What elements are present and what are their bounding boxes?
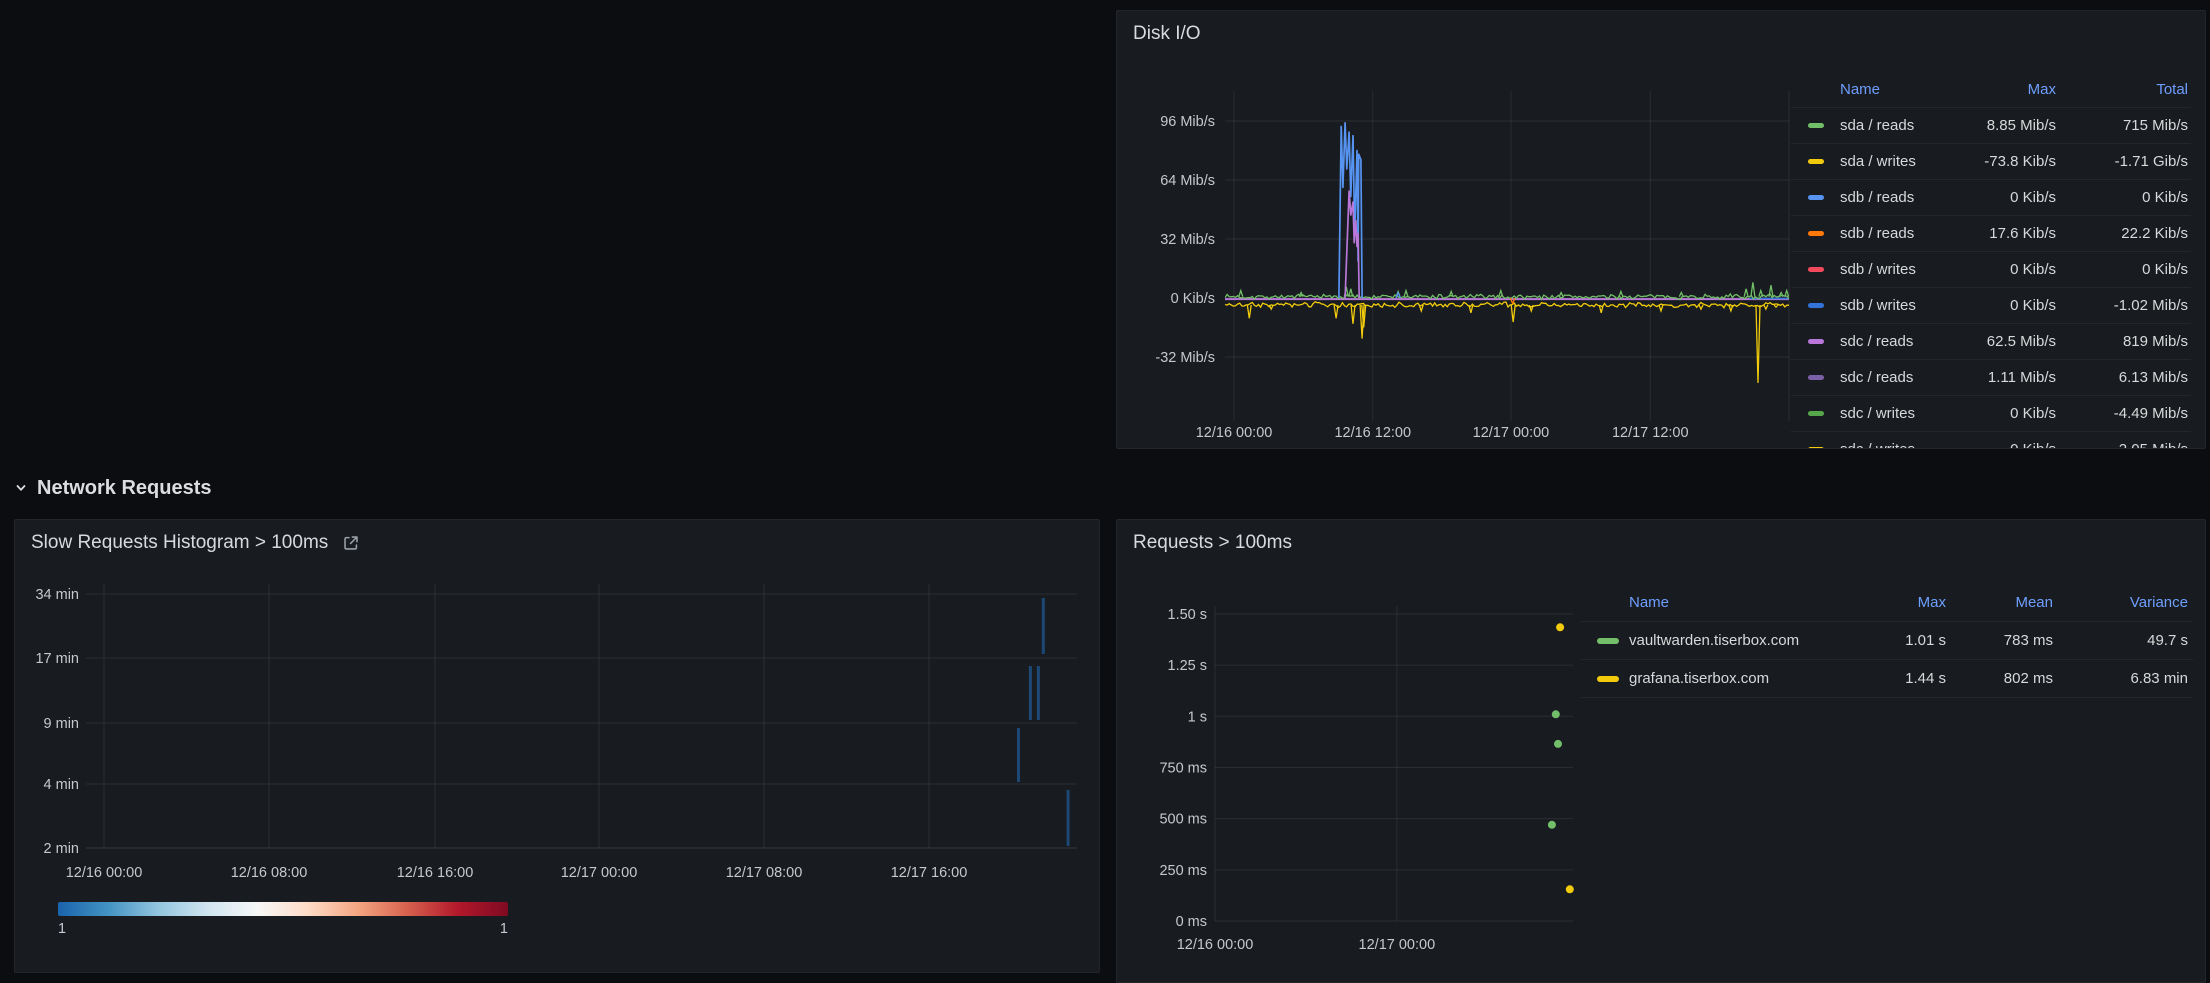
disk-io-legend: NameMaxTotalsda / reads8.85 Mib/s715 Mib…: [1791, 72, 2191, 449]
legend-row[interactable]: sda / reads8.85 Mib/s715 Mib/s: [1791, 108, 2191, 144]
scatter-point: [1556, 623, 1564, 631]
svg-text:12/16 16:00: 12/16 16:00: [397, 865, 474, 881]
svg-text:2 min: 2 min: [44, 841, 79, 857]
heatmap-cell: [1067, 790, 1070, 846]
legend-row[interactable]: sda / writes-73.8 Kib/s-1.71 Gib/s: [1791, 144, 2191, 180]
series-color-swatch: [1808, 411, 1824, 416]
svg-text:4 min: 4 min: [44, 777, 79, 793]
scatter-point: [1554, 740, 1562, 748]
svg-text:32 Mib/s: 32 Mib/s: [1160, 232, 1215, 248]
svg-text:250 ms: 250 ms: [1159, 863, 1207, 879]
legend-row[interactable]: sdb / reads17.6 Kib/s22.2 Kib/s: [1791, 216, 2191, 252]
series-color-swatch: [1808, 375, 1824, 380]
legend-row[interactable]: sdb / reads0 Kib/s0 Kib/s: [1791, 180, 2191, 216]
series-color-swatch: [1808, 195, 1824, 200]
heatmap-cell: [1029, 666, 1032, 720]
legend-row[interactable]: sdc / reads1.11 Mib/s6.13 Mib/s: [1791, 360, 2191, 396]
svg-text:12/17 00:00: 12/17 00:00: [561, 865, 638, 881]
panel-disk-io: Disk I/O 96 Mib/s 64 Mib/s 32 Mib/s 0 Kib/s…: [1116, 10, 2206, 449]
legend-row[interactable]: vaultwarden.tiserbox.com1.01 s783 ms49.7…: [1581, 622, 2193, 660]
heatmap-cell: [1017, 728, 1020, 782]
series-color-swatch: [1808, 159, 1824, 164]
requests-legend: NameMaxMeanVariancevaultwarden.tiserbox.…: [1581, 584, 2193, 698]
row-header-network-requests[interactable]: Network Requests: [14, 472, 212, 504]
svg-text:12/17 00:00: 12/17 00:00: [1473, 425, 1550, 441]
panel-title-text: Requests > 100ms: [1133, 532, 1292, 554]
scatter-point: [1566, 885, 1574, 893]
panel-title-text: Disk I/O: [1133, 23, 1201, 45]
scale-min-label: 1: [58, 921, 66, 937]
series-color-swatch: [1597, 638, 1619, 644]
scale-max-label: 1: [500, 921, 508, 937]
svg-text:12/16 00:00: 12/16 00:00: [1196, 425, 1273, 441]
svg-text:12/17 12:00: 12/17 12:00: [1612, 425, 1689, 441]
series-color-swatch: [1808, 267, 1824, 272]
heatmap-cell: [1042, 598, 1045, 654]
series-color-swatch: [1808, 303, 1824, 308]
svg-text:17 min: 17 min: [35, 651, 79, 667]
chevron-down-icon: [14, 481, 28, 495]
svg-text:34 min: 34 min: [35, 587, 79, 603]
series-color-swatch: [1808, 231, 1824, 236]
panel-title-text: Slow Requests Histogram > 100ms: [31, 532, 328, 554]
legend-row[interactable]: sdb / writes0 Kib/s0 Kib/s: [1791, 252, 2191, 288]
scatter-point: [1548, 821, 1556, 829]
heatmap-cell: [1037, 666, 1040, 720]
svg-text:12/16 00:00: 12/16 00:00: [66, 865, 143, 881]
panel-requests-over-100ms: Requests > 100ms 1.50 s 1.25 s 1 s 750 ms 50…: [1116, 519, 2206, 983]
svg-text:1.50 s: 1.50 s: [1168, 607, 1208, 623]
row-header-label: Network Requests: [37, 477, 212, 500]
series-color-swatch: [1808, 447, 1824, 449]
scatter-point: [1552, 710, 1560, 718]
legend-row[interactable]: sdc / reads62.5 Mib/s819 Mib/s: [1791, 324, 2191, 360]
svg-text:-32 Mib/s: -32 Mib/s: [1155, 350, 1215, 366]
legend-row[interactable]: sdb / writes0 Kib/s-1.02 Mib/s: [1791, 288, 2191, 324]
svg-text:1.25 s: 1.25 s: [1168, 658, 1208, 674]
svg-text:500 ms: 500 ms: [1159, 812, 1207, 828]
series-color-swatch: [1808, 339, 1824, 344]
svg-text:64 Mib/s: 64 Mib/s: [1160, 173, 1215, 189]
legend-header: NameMaxTotal: [1791, 72, 2191, 108]
legend-header: NameMaxMeanVariance: [1581, 584, 2193, 622]
heatmap-color-scale: [58, 902, 508, 916]
panel-title-disk-io[interactable]: Disk I/O: [1133, 23, 1201, 45]
panel-title-requests[interactable]: Requests > 100ms: [1133, 532, 1292, 554]
svg-text:9 min: 9 min: [44, 716, 79, 732]
panel-slow-requests-histogram: Slow Requests Histogram > 100ms 34 min 17…: [14, 519, 1100, 973]
series-color-swatch: [1597, 676, 1619, 682]
panel-title-slow-requests[interactable]: Slow Requests Histogram > 100ms: [31, 532, 360, 554]
svg-text:96 Mib/s: 96 Mib/s: [1160, 114, 1215, 130]
legend-row[interactable]: sdc / writes0 Kib/s-4.49 Mib/s: [1791, 396, 2191, 432]
external-link-icon[interactable]: [342, 534, 360, 552]
heatmap-scale-labels: 1 1: [58, 921, 508, 937]
legend-row[interactable]: grafana.tiserbox.com1.44 s802 ms6.83 min: [1581, 660, 2193, 698]
legend-row[interactable]: sdc / writes0 Kib/s-2.05 Mib/s: [1791, 432, 2191, 449]
svg-text:0 Kib/s: 0 Kib/s: [1171, 291, 1215, 307]
series-color-swatch: [1808, 123, 1824, 128]
svg-text:12/17 16:00: 12/17 16:00: [891, 865, 968, 881]
svg-text:12/17 00:00: 12/17 00:00: [1359, 937, 1436, 953]
svg-text:0 ms: 0 ms: [1176, 914, 1207, 930]
svg-text:750 ms: 750 ms: [1159, 760, 1207, 776]
svg-text:12/16 12:00: 12/16 12:00: [1334, 425, 1411, 441]
svg-text:12/17 08:00: 12/17 08:00: [726, 865, 803, 881]
svg-text:12/16 00:00: 12/16 00:00: [1177, 937, 1254, 953]
svg-text:1 s: 1 s: [1188, 709, 1207, 725]
svg-text:12/16 08:00: 12/16 08:00: [231, 865, 308, 881]
